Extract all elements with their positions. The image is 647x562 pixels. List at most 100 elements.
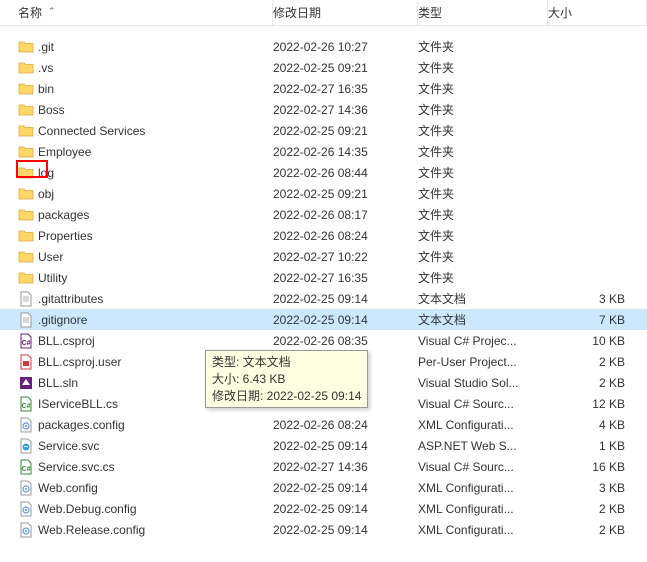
- file-type: 文件夹: [418, 101, 548, 118]
- file-row[interactable]: bin2022-02-27 16:35文件夹: [0, 78, 647, 99]
- file-type: 文件夹: [418, 122, 548, 139]
- file-row[interactable]: Properties2022-02-26 08:24文件夹: [0, 225, 647, 246]
- file-modified: 2022-02-26 08:17: [273, 208, 418, 222]
- file-modified: 2022-02-26 08:24: [273, 229, 418, 243]
- file-size: 3 KB: [548, 292, 647, 306]
- file-row[interactable]: .gitignore2022-02-25 09:14文本文档7 KB: [0, 309, 647, 330]
- file-type: Visual C# Sourc...: [418, 460, 548, 474]
- file-row[interactable]: Utility2022-02-27 16:35文件夹: [0, 267, 647, 288]
- file-modified: 2022-02-26 08:24: [273, 418, 418, 432]
- file-modified: 2022-02-27 16:35: [273, 82, 418, 96]
- file-name: .git: [38, 40, 54, 54]
- file-list: .git2022-02-26 10:27文件夹.vs2022-02-25 09:…: [0, 26, 647, 546]
- file-row[interactable]: Boss 2022-02-27 14:36文件夹: [0, 99, 647, 120]
- column-header-modified[interactable]: 修改日期: [273, 0, 418, 25]
- file-name: log: [38, 166, 54, 180]
- file-name: Service.svc: [38, 439, 99, 453]
- file-name: Web.Release.config: [38, 523, 145, 537]
- file-name: BLL.csproj.user: [38, 355, 121, 369]
- column-header-size[interactable]: 大小: [548, 0, 647, 25]
- file-row[interactable]: Web.Debug.config2022-02-25 09:14XML Conf…: [0, 498, 647, 519]
- file-modified: 2022-02-26 08:44: [273, 166, 418, 180]
- column-header-type[interactable]: 类型: [418, 0, 548, 25]
- file-size: 10 KB: [548, 334, 647, 348]
- folder-icon: [18, 60, 34, 76]
- file-row[interactable]: C# BLL.csproj 2022-02-26 08:35Visual C# Pr…: [0, 330, 647, 351]
- file-type: 文件夹: [418, 59, 548, 76]
- folder-icon: [18, 144, 34, 160]
- file-type: 文件夹: [418, 164, 548, 181]
- file-name: .gitattributes: [38, 292, 103, 306]
- config-icon: [18, 417, 34, 433]
- file-size: 7 KB: [548, 313, 647, 327]
- config-icon: [18, 522, 34, 538]
- file-size: 12 KB: [548, 397, 647, 411]
- file-type: XML Configurati...: [418, 523, 548, 537]
- file-row[interactable]: Web.Release.config 2022-02-25 09:14XML Co…: [0, 519, 647, 540]
- file-row[interactable]: obj2022-02-25 09:21文件夹: [0, 183, 647, 204]
- file-modified: 2022-02-25 09:21: [273, 61, 418, 75]
- file-type: Per-User Project...: [418, 355, 548, 369]
- file-type: 文本文档: [418, 290, 548, 307]
- file-name: BLL.csproj: [38, 334, 95, 348]
- file-name: IServiceBLL.cs: [38, 397, 118, 411]
- file-name: packages: [38, 208, 89, 222]
- sln-icon: [18, 375, 34, 391]
- file-row[interactable]: Service.svc2022-02-25 09:14ASP.NET Web S…: [0, 435, 647, 456]
- file-row[interactable]: packages.config2022-02-26 08:24XML Confi…: [0, 414, 647, 435]
- file-row[interactable]: .git 2022-02-26 10:27文件夹: [0, 36, 647, 57]
- config-icon: [18, 480, 34, 496]
- file-type: 文件夹: [418, 38, 548, 55]
- file-size: 1 KB: [548, 439, 647, 453]
- file-row[interactable]: User2022-02-27 10:22文件夹: [0, 246, 647, 267]
- text-icon: [18, 312, 34, 328]
- file-modified: 2022-02-26 08:35: [273, 334, 418, 348]
- column-header-name[interactable]: 名称⌃: [18, 0, 273, 25]
- file-name: User: [38, 250, 63, 264]
- file-row[interactable]: .gitattributes2022-02-25 09:14文本文档3 KB: [0, 288, 647, 309]
- file-row[interactable]: C#Service.svc.cs2022-02-27 14:36Visual C…: [0, 456, 647, 477]
- file-name: BLL.sln: [38, 376, 78, 390]
- file-type: 文件夹: [418, 269, 548, 286]
- file-type: Visual Studio Sol...: [418, 376, 548, 390]
- file-row[interactable]: Employee 2022-02-26 14:35文件夹: [0, 141, 647, 162]
- file-modified: 2022-02-25 09:21: [273, 187, 418, 201]
- file-type: 文本文档: [418, 311, 548, 328]
- folder-icon: [18, 102, 34, 118]
- file-type: XML Configurati...: [418, 502, 548, 516]
- file-type: Visual C# Sourc...: [418, 397, 548, 411]
- folder-icon: [18, 81, 34, 97]
- file-name: Utility: [38, 271, 67, 285]
- folder-icon: [18, 249, 34, 265]
- file-modified: 2022-02-26 10:27: [273, 40, 418, 54]
- file-modified: 2022-02-25 09:14: [273, 523, 418, 537]
- file-name: .gitignore: [38, 313, 87, 327]
- file-type: 文件夹: [418, 143, 548, 160]
- folder-icon: [18, 123, 34, 139]
- file-modified: 2022-02-27 14:36: [273, 103, 418, 117]
- file-name: packages.config: [38, 418, 125, 432]
- file-type: Visual C# Projec...: [418, 334, 548, 348]
- file-size: 4 KB: [548, 418, 647, 432]
- file-row[interactable]: Connected Services2022-02-25 09:21文件夹: [0, 120, 647, 141]
- file-name: Connected Services: [38, 124, 145, 138]
- file-type: 文件夹: [418, 206, 548, 223]
- column-header-row: 名称⌃ 修改日期 类型 大小: [0, 0, 647, 26]
- file-name: Employee: [38, 145, 91, 159]
- file-row[interactable]: packages 2022-02-26 08:17文件夹: [0, 204, 647, 225]
- file-modified: 2022-02-25 09:14: [273, 439, 418, 453]
- cs-icon: C#: [18, 396, 34, 412]
- file-row[interactable]: log 2022-02-26 08:44文件夹: [0, 162, 647, 183]
- file-row[interactable]: Web.config2022-02-25 09:14XML Configurat…: [0, 477, 647, 498]
- file-name: .vs: [38, 61, 53, 75]
- file-modified: 2022-02-26 14:35: [273, 145, 418, 159]
- file-row[interactable]: .vs 2022-02-25 09:21文件夹: [0, 57, 647, 78]
- file-name: bin: [38, 82, 54, 96]
- file-name: Boss: [38, 103, 65, 117]
- csproj-icon: C#: [18, 333, 34, 349]
- folder-icon: [18, 165, 34, 181]
- file-size: 2 KB: [548, 376, 647, 390]
- file-type: 文件夹: [418, 185, 548, 202]
- svg-text:C#: C#: [22, 340, 31, 347]
- file-size: 2 KB: [548, 355, 647, 369]
